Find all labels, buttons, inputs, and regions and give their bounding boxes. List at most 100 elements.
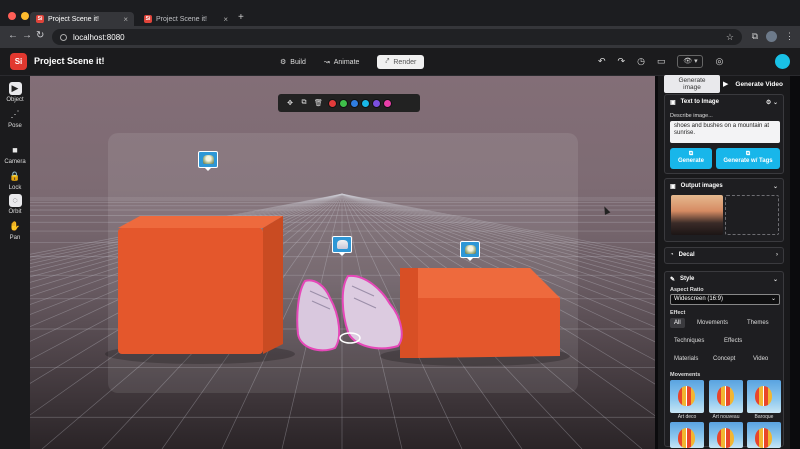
movement-label: Baroque [754, 414, 774, 420]
minimize-window-button[interactable] [21, 12, 29, 20]
aspect-ratio-label: Aspect Ratio [670, 287, 704, 293]
movement-thumb[interactable] [747, 422, 781, 448]
tool-lock[interactable]: 🔒 Lock [0, 170, 30, 191]
decal-icon: ◔ [670, 252, 674, 258]
effect-tab-movements[interactable]: Movements [693, 318, 732, 328]
aspect-ratio-value: Widescreen (16:9) [674, 296, 724, 302]
effect-tab-effects[interactable]: Effects [720, 336, 746, 346]
effect-tab-all[interactable]: All [670, 318, 685, 328]
color-swatch-5[interactable] [372, 98, 381, 108]
redo-icon[interactable]: ↷ [618, 56, 626, 67]
tool-camera[interactable]: ■ Camera [0, 144, 30, 165]
play-icon: ▶ [723, 81, 729, 88]
style-card: ✎ Style ⌄ Aspect Ratio Widescreen (16:9)… [664, 271, 784, 448]
site-info-icon[interactable] [60, 33, 67, 41]
close-tab-icon[interactable]: × [223, 15, 228, 24]
effect-tab-themes[interactable]: Themes [743, 318, 773, 328]
close-window-button[interactable] [8, 12, 16, 20]
animate-label: Animate [333, 58, 360, 66]
tab-title: Project Scene it! [48, 15, 99, 23]
movement-thumb-art-nouveau[interactable] [709, 380, 743, 413]
left-toolbar: ▶ Object ⋰ Pose ■ Camera 🔒 Lock ◌ Orbit … [0, 76, 30, 449]
chevron-down-icon[interactable]: ⌄ [773, 276, 778, 283]
animate-icon: ↝ [323, 59, 330, 66]
browser-tab-1[interactable]: Si Project Scene it! × [30, 12, 134, 26]
menu-kebab-icon[interactable]: ⋮ [785, 31, 794, 42]
scene-viewport[interactable]: ✥ ⧉ 🗑 [30, 76, 655, 449]
settings-icon[interactable]: ⚙ ⌄ [766, 99, 778, 106]
color-swatch-2[interactable] [339, 98, 348, 108]
delete-icon[interactable]: 🗑 [314, 99, 323, 107]
color-swatch-6[interactable] [383, 98, 392, 108]
orange-block[interactable] [400, 268, 560, 358]
close-tab-icon[interactable]: × [123, 15, 128, 24]
chevron-right-icon[interactable]: › [776, 252, 778, 258]
favicon-icon: Si [36, 15, 44, 23]
render-mode-button[interactable]: ⤤ Render [377, 55, 425, 69]
movement-thumb-baroque[interactable] [747, 380, 781, 413]
instagram-icon[interactable]: ◎ [715, 56, 723, 67]
chat-icon[interactable]: ▭ [657, 56, 666, 67]
effect-tab-video[interactable]: Video [749, 354, 772, 364]
image-marker[interactable] [198, 151, 218, 171]
effect-tab-concept[interactable]: Concept [709, 354, 739, 364]
tab-generate-video[interactable]: Generate Video [731, 81, 783, 88]
scene-canvas[interactable] [30, 76, 655, 449]
image-marker[interactable] [460, 241, 480, 261]
tool-pose[interactable]: ⋰ Pose [0, 108, 30, 129]
color-swatch-4[interactable] [361, 98, 370, 108]
forward-icon[interactable]: → [22, 30, 32, 41]
chevron-down-icon[interactable]: ⌄ [773, 183, 778, 190]
effect-tab-materials[interactable]: Materials [670, 354, 702, 364]
movements-label: Movements [670, 372, 701, 378]
browser-tab-2[interactable]: Si Project Scene it! × [138, 12, 234, 26]
url-text: localhost:8080 [73, 32, 125, 42]
style-header[interactable]: ✎ Style ⌄ [665, 272, 783, 286]
reload-icon[interactable]: ↻ [36, 30, 44, 41]
tool-pan[interactable]: ✋ Pan [0, 220, 30, 241]
color-swatch-1[interactable] [328, 98, 337, 108]
orbit-icon: ◌ [8, 194, 22, 207]
generate-button[interactable]: ⧉ Generate [670, 148, 712, 169]
text-to-image-header[interactable]: ▣ Text to Image ⚙ ⌄ [665, 95, 783, 109]
orange-cube[interactable] [118, 216, 283, 354]
duplicate-icon[interactable]: ⧉ [300, 99, 308, 107]
new-tab-icon[interactable]: + [238, 12, 244, 23]
bookmark-star-icon[interactable]: ☆ [726, 32, 734, 43]
user-avatar[interactable] [775, 54, 790, 69]
profile-avatar[interactable] [766, 31, 777, 42]
tab-generate-image[interactable]: Generate image [664, 75, 720, 93]
color-swatch-3[interactable] [350, 98, 359, 108]
gear-icon: ⚙ [280, 59, 287, 66]
output-image-slot-empty[interactable] [725, 195, 779, 235]
movement-thumb-art-deco[interactable] [670, 380, 704, 413]
prompt-textarea[interactable]: shoes and bushes on a mountain at sunris… [670, 121, 780, 143]
output-images-header[interactable]: ▣ Output images ⌄ [665, 179, 783, 193]
text-to-image-card: ▣ Text to Image ⚙ ⌄ Describe image... sh… [664, 94, 784, 174]
transform-icon[interactable]: ✥ [286, 99, 294, 107]
aspect-ratio-select[interactable]: Widescreen (16:9) ⌄ [670, 294, 780, 305]
hand-icon: ✋ [9, 221, 21, 231]
movement-thumb[interactable] [670, 422, 704, 448]
tool-object[interactable]: ▶ Object [0, 82, 30, 103]
tool-label: Camera [4, 159, 26, 165]
decal-header[interactable]: ◔ Decal › [665, 248, 783, 262]
animate-mode-button[interactable]: ↝ Animate [323, 58, 360, 67]
address-bar[interactable]: localhost:8080 ☆ [52, 29, 742, 45]
movement-label: Art nouveau [712, 414, 740, 420]
extensions-icon[interactable]: ⧉ [752, 31, 758, 42]
visibility-dropdown[interactable]: 👁 ▾ [677, 55, 704, 68]
balloon-image [678, 428, 695, 448]
back-icon[interactable]: ← [8, 30, 18, 41]
build-mode-button[interactable]: ⚙ Build [280, 58, 306, 67]
output-image-thumbnail[interactable] [671, 195, 723, 235]
image-marker[interactable] [332, 236, 352, 256]
movement-thumb[interactable] [709, 422, 743, 448]
effect-tab-techniques[interactable]: Techniques [670, 336, 708, 346]
undo-icon[interactable]: ↶ [598, 56, 606, 67]
tool-orbit[interactable]: ◌ Orbit [0, 194, 30, 215]
generate-with-tags-button[interactable]: ⧉ Generate w/ Tags [716, 148, 780, 169]
app-header: Si Project Scene it! ⚙ Build ↝ Animate ⤤… [0, 48, 800, 76]
tool-label: Lock [8, 185, 22, 191]
history-icon[interactable]: ◷ [637, 56, 645, 67]
